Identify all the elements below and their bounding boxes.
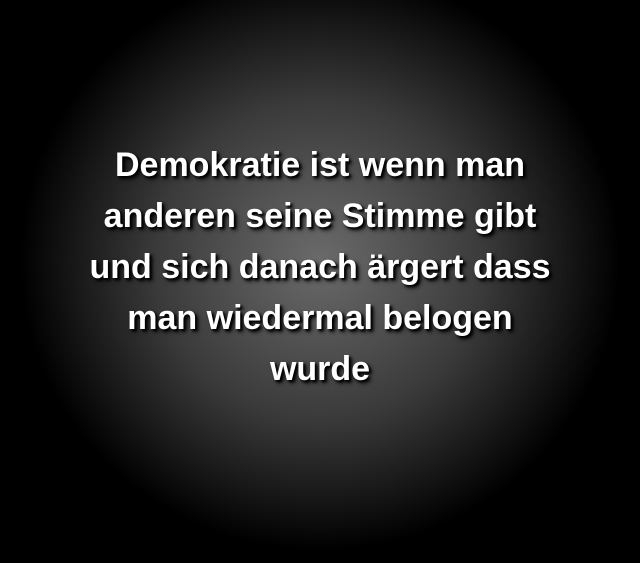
quote-text: Demokratie ist wenn man anderen seine St… <box>0 140 640 395</box>
quote-line: wurde <box>269 350 371 388</box>
quote-line: und sich danach ärgert dass <box>89 248 551 286</box>
quote-image: Demokratie ist wenn man anderen seine St… <box>0 0 640 563</box>
quote-line: man wiedermal belogen <box>127 299 513 337</box>
quote-line: Demokratie ist wenn man <box>114 146 525 184</box>
quote-line: anderen seine Stimme gibt <box>103 197 537 235</box>
